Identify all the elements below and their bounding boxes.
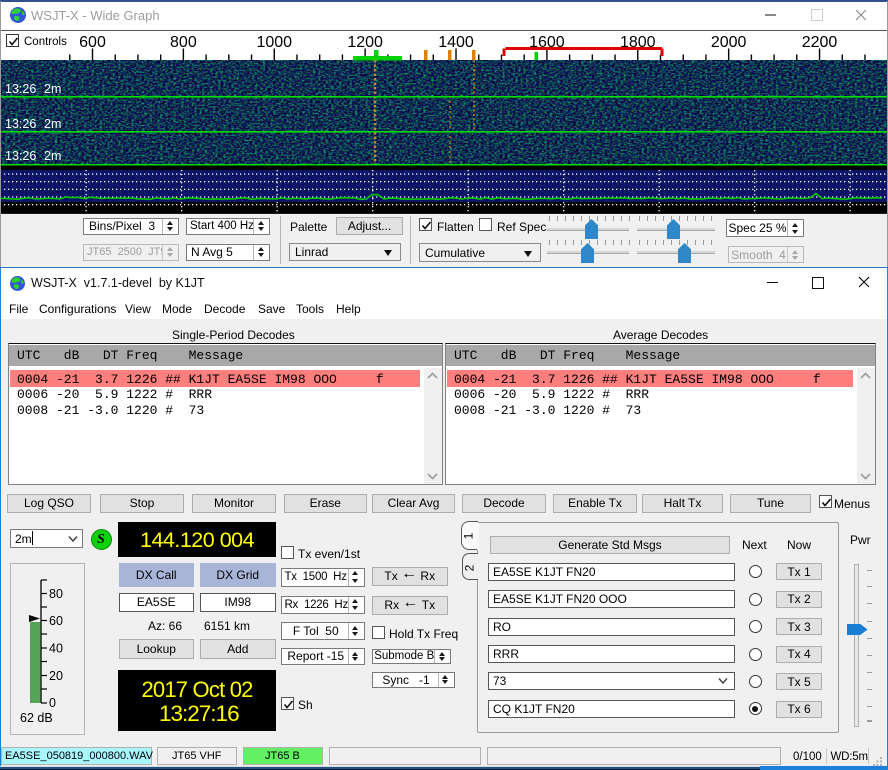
svg-text:60: 60 (49, 614, 63, 628)
svg-text:2200: 2200 (802, 34, 838, 51)
svg-text:13:26: 13:26 (5, 117, 36, 131)
svg-text:1400: 1400 (438, 34, 474, 51)
svg-text:2m: 2m (44, 117, 61, 131)
svg-text:1200: 1200 (347, 34, 383, 51)
svg-text:13:26: 13:26 (5, 82, 36, 96)
svg-text:13:26: 13:26 (5, 149, 36, 163)
svg-text:600: 600 (79, 34, 106, 51)
svg-text:2m: 2m (44, 82, 61, 96)
svg-text:80: 80 (49, 587, 63, 601)
svg-text:800: 800 (170, 34, 197, 51)
svg-text:20: 20 (49, 669, 63, 683)
svg-text:0: 0 (49, 696, 56, 710)
svg-text:1000: 1000 (256, 34, 292, 51)
svg-text:62 dB: 62 dB (20, 711, 53, 725)
svg-text:2m: 2m (44, 149, 61, 163)
svg-text:2000: 2000 (711, 34, 747, 51)
svg-text:40: 40 (49, 642, 63, 656)
